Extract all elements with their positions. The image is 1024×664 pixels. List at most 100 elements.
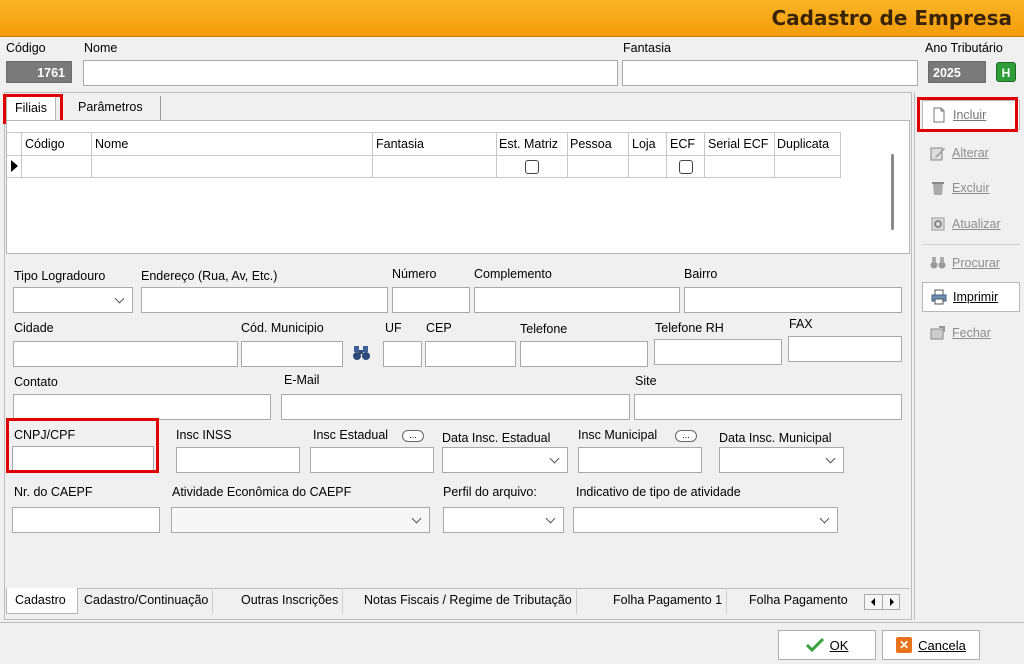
nr-caepf-input[interactable]: [12, 507, 160, 533]
telefone-label: Telefone: [520, 322, 568, 336]
col-pessoa[interactable]: Pessoa: [570, 137, 612, 151]
bairro-label: Bairro: [684, 267, 718, 281]
col-est-matriz[interactable]: Est. Matriz: [499, 137, 558, 151]
fechar-label: Fechar: [952, 326, 991, 340]
highlight-incluir: [917, 97, 1018, 132]
procurar-button[interactable]: Procurar: [922, 248, 1020, 278]
col-nome[interactable]: Nome: [95, 137, 128, 151]
tab-scroll-left-icon[interactable]: [865, 595, 883, 609]
col-codigo[interactable]: Código: [25, 137, 65, 151]
grid-col-sep: [567, 132, 568, 178]
tab-divider: [160, 96, 161, 120]
trash-icon: [930, 180, 946, 196]
data-insc-estadual-label: Data Insc. Estadual: [442, 431, 551, 445]
ok-label: OK: [829, 637, 849, 653]
binoculars-search-icon[interactable]: [352, 345, 372, 361]
excluir-label: Excluir: [952, 181, 990, 195]
col-fantasia[interactable]: Fantasia: [376, 137, 424, 151]
atividade-caepf-label: Atividade Econômica do CAEPF: [172, 485, 352, 499]
edit-icon: [930, 145, 946, 161]
cod-municipio-input[interactable]: [241, 341, 343, 367]
grid-col-sep: [666, 132, 667, 178]
tab-cadastro-continuacao[interactable]: Cadastro/Continuação: [80, 588, 214, 614]
tab-notas-fiscais[interactable]: Notas Fiscais / Regime de Tributação: [360, 588, 577, 614]
alterar-button[interactable]: Alterar: [922, 138, 1020, 168]
bairro-input[interactable]: [684, 287, 902, 313]
endereco-input[interactable]: [141, 287, 388, 313]
col-duplicata[interactable]: Duplicata: [777, 137, 829, 151]
site-input[interactable]: [634, 394, 902, 420]
footer-line: [0, 622, 1024, 623]
atividade-caepf-select[interactable]: [171, 507, 430, 533]
tipo-logradouro-select[interactable]: [13, 287, 133, 313]
codigo-label: Código: [6, 41, 46, 55]
ecf-checkbox[interactable]: [679, 160, 693, 174]
numero-input[interactable]: [392, 287, 470, 313]
cep-input[interactable]: [425, 341, 516, 367]
imprimir-button[interactable]: Imprimir: [922, 282, 1020, 312]
grid-scrollbar[interactable]: [891, 154, 894, 230]
excluir-button[interactable]: Excluir: [922, 173, 1020, 203]
telefone-rh-label: Telefone RH: [655, 321, 724, 335]
complemento-input[interactable]: [474, 287, 680, 313]
tab-scroll-buttons: [864, 594, 900, 610]
side-divider: [914, 92, 915, 620]
contato-input[interactable]: [13, 394, 271, 420]
nome-input[interactable]: [83, 60, 618, 86]
est-matriz-checkbox[interactable]: [525, 160, 539, 174]
perfil-arquivo-select[interactable]: [443, 507, 564, 533]
tab-cadastro[interactable]: Cadastro: [6, 588, 78, 614]
col-ecf[interactable]: ECF: [670, 137, 695, 151]
insc-municipal-label: Insc Municipal: [578, 428, 658, 442]
endereco-label: Endereço (Rua, Av, Etc.): [141, 269, 278, 283]
grid-col-sep: [628, 132, 629, 178]
ano-tributario-field: 2025: [928, 61, 986, 83]
col-loja[interactable]: Loja: [632, 137, 656, 151]
col-serial-ecf[interactable]: Serial ECF: [708, 137, 768, 151]
grid-row-line: [7, 177, 841, 178]
imprimir-label: Imprimir: [953, 290, 999, 304]
contato-label: Contato: [14, 375, 58, 389]
tab-parametros[interactable]: Parâmetros: [70, 96, 151, 120]
complemento-label: Complemento: [474, 267, 552, 281]
uf-label: UF: [385, 321, 402, 335]
grid-top-line: [7, 132, 841, 133]
printer-icon: [931, 289, 947, 305]
fax-input[interactable]: [788, 336, 902, 362]
insc-estadual-more-button[interactable]: ...: [402, 430, 424, 442]
tab-folha-pagamento[interactable]: Folha Pagamento: [745, 588, 852, 614]
insc-estadual-input[interactable]: [310, 447, 434, 473]
telefone-rh-input[interactable]: [654, 339, 782, 365]
email-label: E-Mail: [284, 373, 320, 387]
highlight-cnpj: [6, 418, 159, 473]
data-insc-municipal-select[interactable]: [719, 447, 844, 473]
email-input[interactable]: [281, 394, 630, 420]
insc-municipal-more-button[interactable]: ...: [675, 430, 697, 442]
insc-municipal-input[interactable]: [578, 447, 702, 473]
insc-inss-input[interactable]: [176, 447, 300, 473]
numero-label: Número: [392, 267, 437, 281]
window-title: Cadastro de Empresa: [771, 6, 1012, 30]
cidade-input[interactable]: [13, 341, 238, 367]
tab-outras-inscricoes[interactable]: Outras Inscrições: [237, 588, 344, 614]
site-label: Site: [635, 374, 657, 388]
ok-button[interactable]: OK: [778, 630, 876, 660]
fechar-button[interactable]: Fechar: [922, 318, 1020, 348]
h-button[interactable]: H: [996, 62, 1016, 82]
cancela-label: Cancela: [918, 637, 966, 653]
data-insc-estadual-select[interactable]: [442, 447, 568, 473]
grid-col-sep: [496, 132, 497, 178]
uf-input[interactable]: [383, 341, 422, 367]
atualizar-button[interactable]: Atualizar: [922, 209, 1020, 239]
tab-scroll-right-icon[interactable]: [883, 595, 900, 609]
grid-col-sep: [91, 132, 92, 178]
procurar-label: Procurar: [952, 256, 1000, 270]
cancela-button[interactable]: ✕ Cancela: [882, 630, 980, 660]
close-door-icon: [930, 325, 946, 341]
indicativo-atividade-select[interactable]: [573, 507, 838, 533]
grid-col-sep: [372, 132, 373, 178]
fantasia-input[interactable]: [622, 60, 918, 86]
telefone-input[interactable]: [520, 341, 648, 367]
tab-folha-pagamento-1[interactable]: Folha Pagamento 1: [609, 588, 728, 614]
cod-municipio-label: Cód. Municipio: [241, 321, 324, 335]
